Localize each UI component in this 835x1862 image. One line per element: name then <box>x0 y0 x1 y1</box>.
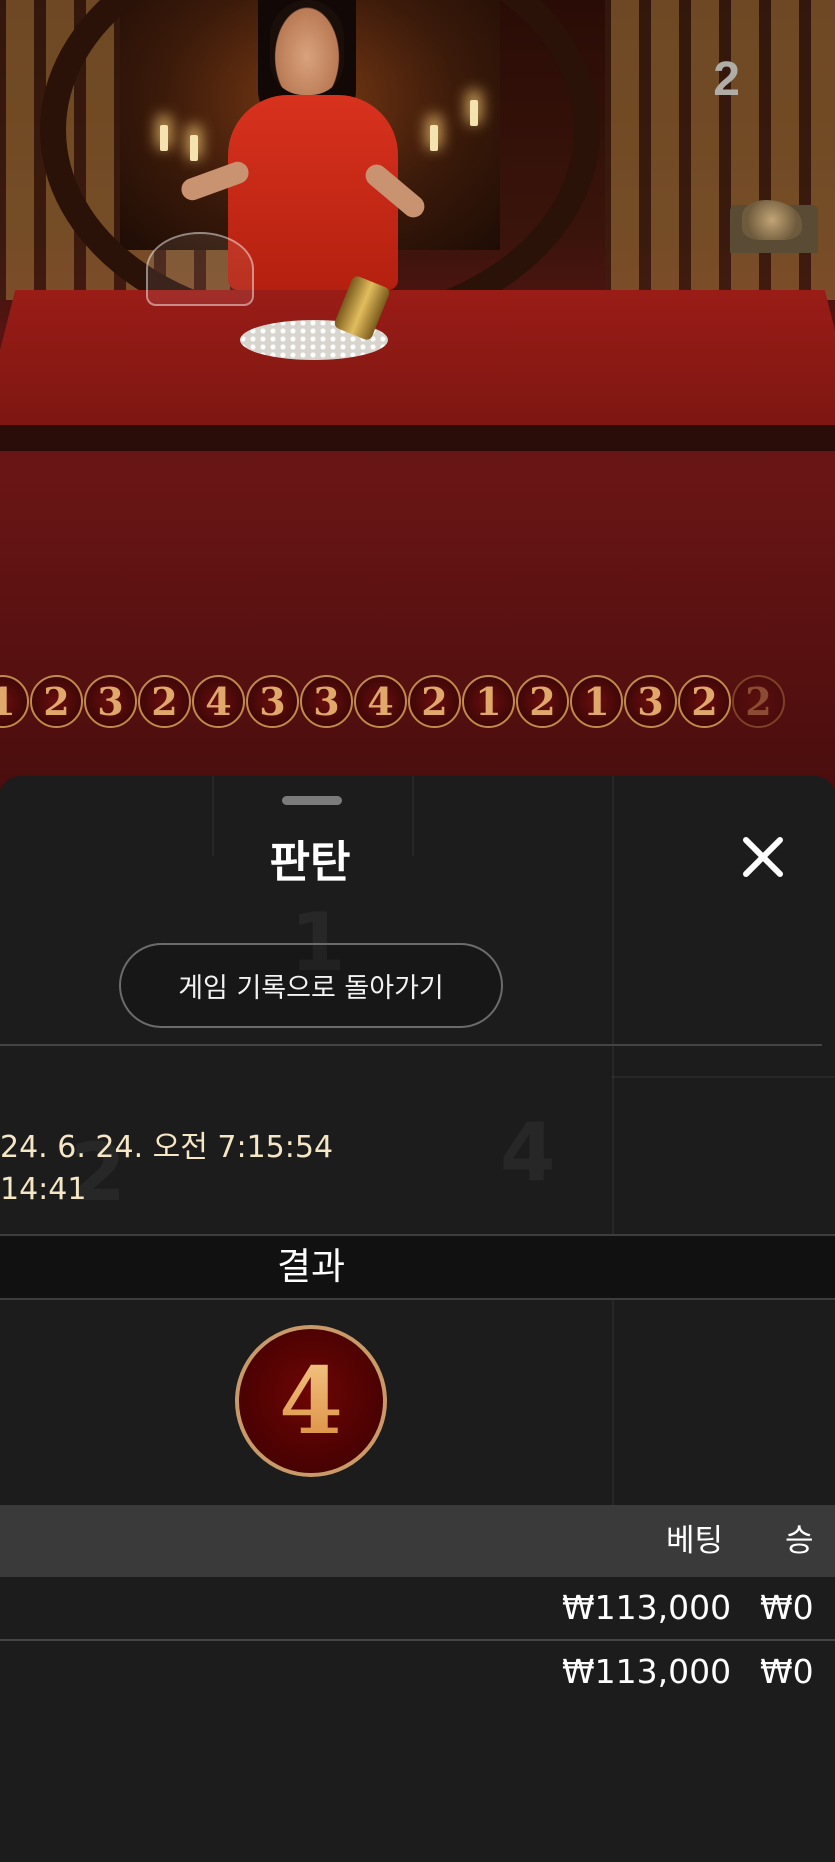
dealer-head <box>270 0 344 95</box>
table-row: ₩113,000 ₩0 <box>0 1577 835 1641</box>
candle <box>190 135 198 161</box>
win-amount: ₩0 <box>760 1588 814 1627</box>
candle <box>160 125 168 151</box>
result-label: 결과 <box>276 1245 346 1288</box>
history-bubble: 2 <box>138 675 191 728</box>
round-counter: 2 <box>713 53 740 106</box>
win-amount: ₩0 <box>760 1652 814 1691</box>
result-number: 4 <box>278 1347 343 1455</box>
sheet-title: 판탄 <box>269 837 351 888</box>
table-row-total: ₩113,000 ₩0 <box>0 1641 835 1703</box>
bets-table-header: 베팅 승 <box>0 1505 835 1577</box>
game-table-rim <box>0 425 835 451</box>
history-bubble: 3 <box>624 675 677 728</box>
result-history-strip: 123243342121322 <box>0 675 785 739</box>
candle <box>470 100 478 126</box>
close-icon <box>743 837 783 877</box>
round-datetime: 24. 6. 24. 오전 7:15:54 <box>0 1130 334 1165</box>
divider <box>0 1044 822 1046</box>
bet-amount: ₩113,000 <box>562 1588 732 1627</box>
history-bubble: 1 <box>462 675 515 728</box>
column-header-win: 승 <box>785 1523 814 1559</box>
history-bubble: 2 <box>732 675 785 728</box>
history-bubble: 1 <box>0 675 29 728</box>
result-header-bar: 결과 <box>0 1234 835 1300</box>
history-bubble: 2 <box>678 675 731 728</box>
glass-dome <box>146 232 254 306</box>
history-bubble: 3 <box>84 675 137 728</box>
round-id: 14:41 <box>0 1172 87 1207</box>
close-button[interactable] <box>738 832 788 882</box>
dealer <box>228 95 398 290</box>
history-bubble: 2 <box>30 675 83 728</box>
history-bubble: 3 <box>246 675 299 728</box>
game-table-felt <box>0 290 835 430</box>
wall-panel-right <box>605 0 835 300</box>
bet-amount: ₩113,000 <box>562 1652 732 1691</box>
history-bubble: 3 <box>300 675 353 728</box>
history-bubble: 2 <box>516 675 569 728</box>
back-to-history-button[interactable]: 게임 기록으로 돌아가기 <box>119 943 503 1028</box>
history-bubble: 4 <box>192 675 245 728</box>
ghost-grid-line <box>612 1076 835 1078</box>
ghost-grid-line <box>612 856 614 1506</box>
history-bubble: 2 <box>408 675 461 728</box>
column-header-bet: 베팅 <box>666 1523 724 1559</box>
history-bubble: 1 <box>570 675 623 728</box>
game-history-sheet: 4 2 1 판탄 게임 기록으로 돌아가기 24. 6. 24. 오전 7:15… <box>0 776 835 1862</box>
history-bubble: 4 <box>354 675 407 728</box>
drag-handle[interactable] <box>282 796 342 805</box>
candle <box>430 125 438 151</box>
result-ball: 4 <box>235 1325 387 1477</box>
live-video-feed: 2 123243342121322 <box>0 0 835 790</box>
ghost-grid-number: 4 <box>500 1106 556 1199</box>
